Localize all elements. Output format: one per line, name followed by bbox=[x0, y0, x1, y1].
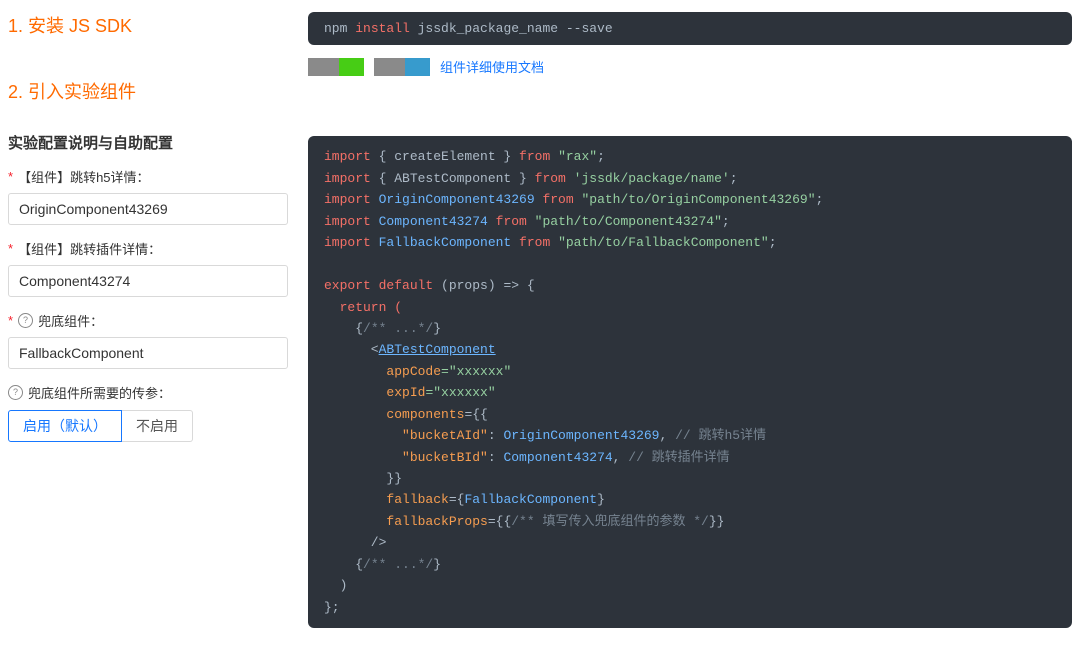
npm-install-cmd: npm install jssdk_package_name --save bbox=[308, 12, 1072, 45]
example-code: import { createElement } from "rax"; imp… bbox=[308, 136, 1072, 628]
required-star: * bbox=[8, 169, 13, 184]
config-heading: 实验配置说明与自助配置 bbox=[8, 132, 288, 153]
component-b-input[interactable] bbox=[8, 265, 288, 297]
doc-link[interactable]: 组件详细使用文档 bbox=[440, 57, 544, 76]
step1-title: 1. 安装 JS SDK bbox=[8, 12, 288, 38]
downloads-badge bbox=[374, 58, 430, 76]
help-icon[interactable] bbox=[8, 384, 26, 401]
help-icon[interactable] bbox=[18, 312, 36, 329]
disable-button[interactable]: 不启用 bbox=[122, 410, 193, 442]
fallback-input[interactable] bbox=[8, 337, 288, 369]
field-fallback-label: * 兜底组件： bbox=[8, 311, 288, 330]
npm-version-badge bbox=[308, 58, 364, 76]
component-a-input[interactable] bbox=[8, 193, 288, 225]
field-b-label: * 【组件】跳转插件详情： bbox=[8, 239, 288, 258]
enable-button[interactable]: 启用（默认） bbox=[8, 410, 122, 442]
field-params-label: 兜底组件所需要的传参： bbox=[8, 383, 288, 402]
required-star: * bbox=[8, 313, 13, 328]
required-star: * bbox=[8, 241, 13, 256]
step2-title: 2. 引入实验组件 bbox=[8, 78, 288, 104]
field-a-label: * 【组件】跳转h5详情： bbox=[8, 167, 288, 186]
